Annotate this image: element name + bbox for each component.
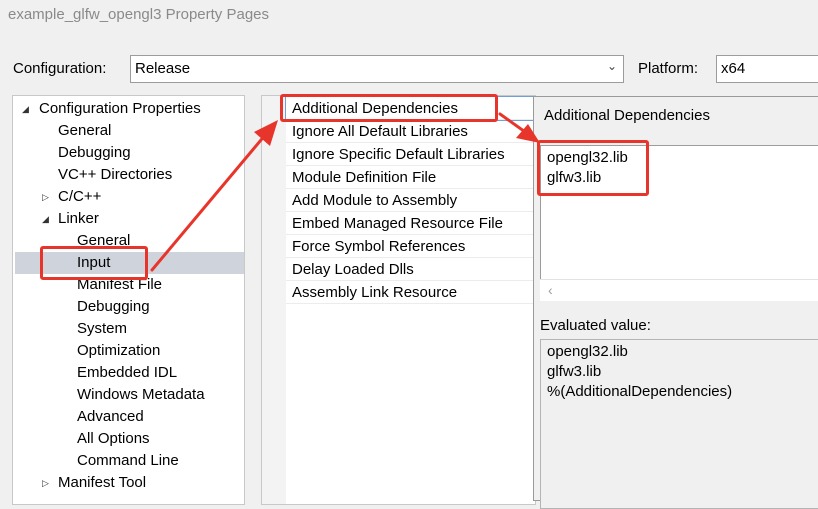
chevron-down-icon: ⌄ — [606, 59, 617, 73]
property-list: Additional Dependencies Ignore All Defau… — [261, 95, 537, 505]
dependencies-textarea[interactable]: opengl32.lib glfw3.lib — [540, 145, 818, 301]
dialog-title: Additional Dependencies — [544, 107, 710, 124]
property-add-module-to-assembly[interactable]: Add Module to Assembly — [286, 189, 536, 212]
configuration-value: Release — [135, 60, 191, 77]
expanded-triangle-icon[interactable]: ◢ — [42, 214, 49, 225]
tree-item-optimization[interactable]: Optimization — [77, 340, 160, 362]
configuration-select[interactable]: Release ⌄ — [130, 55, 624, 83]
tree-item-all-options[interactable]: All Options — [77, 428, 150, 450]
property-additional-dependencies[interactable]: Additional Dependencies — [285, 96, 537, 121]
property-delay-loaded-dlls[interactable]: Delay Loaded Dlls — [286, 258, 536, 281]
platform-value: x64 — [721, 60, 746, 77]
window-title: example_glfw_opengl3 Property Pages — [8, 6, 269, 23]
dependency-line: opengl32.lib — [547, 149, 628, 166]
tree-item-cpp[interactable]: C/C++ — [58, 186, 101, 208]
collapsed-triangle-icon[interactable]: ▷ — [42, 478, 49, 489]
dependency-line: glfw3.lib — [547, 169, 602, 186]
property-assembly-link-resource[interactable]: Assembly Link Resource — [286, 281, 536, 304]
additional-dependencies-dialog: Additional Dependencies opengl32.lib glf… — [533, 96, 818, 509]
platform-label: Platform: — [638, 60, 699, 77]
collapsed-triangle-icon[interactable]: ▷ — [42, 192, 49, 203]
evaluated-value-box: opengl32.lib glfw3.lib %(AdditionalDepen… — [540, 339, 818, 509]
tree-item-debugging[interactable]: Debugging — [58, 142, 131, 164]
tree-item-configuration-properties[interactable]: Configuration Properties — [39, 98, 201, 120]
tree-item-linker-debugging[interactable]: Debugging — [77, 296, 150, 318]
tree-item-manifest-file[interactable]: Manifest File — [77, 274, 162, 296]
tree-item-linker[interactable]: Linker — [58, 208, 99, 230]
evaluated-line: glfw3.lib — [547, 363, 602, 380]
tree-item-general[interactable]: General — [58, 120, 111, 142]
scroll-left-icon[interactable]: ‹ — [548, 282, 553, 298]
tree-item-manifest-tool[interactable]: Manifest Tool — [58, 472, 146, 494]
tree-item-linker-general[interactable]: General — [77, 230, 130, 252]
tree-item-advanced[interactable]: Advanced — [77, 406, 144, 428]
horizontal-scrollbar[interactable]: ‹ — [540, 279, 818, 301]
tree-item-vc-directories[interactable]: VC++ Directories — [58, 164, 172, 186]
property-module-definition-file[interactable]: Module Definition File — [286, 166, 536, 189]
evaluated-value-label: Evaluated value: — [540, 317, 651, 334]
property-list-gutter — [262, 96, 286, 504]
property-embed-managed-resource-file[interactable]: Embed Managed Resource File — [286, 212, 536, 235]
evaluated-line: %(AdditionalDependencies) — [547, 383, 733, 400]
tree-item-linker-input[interactable]: Input — [15, 252, 244, 274]
property-ignore-specific-default-libraries[interactable]: Ignore Specific Default Libraries — [286, 143, 536, 166]
configuration-label: Configuration: — [13, 60, 107, 77]
tree-item-embedded-idl[interactable]: Embedded IDL — [77, 362, 177, 384]
property-ignore-all-default-libraries[interactable]: Ignore All Default Libraries — [286, 120, 536, 143]
tree-item-command-line[interactable]: Command Line — [77, 450, 179, 472]
property-tree: ◢ Configuration Properties General Debug… — [12, 95, 245, 505]
expanded-triangle-icon[interactable]: ◢ — [22, 104, 29, 115]
tree-item-windows-metadata[interactable]: Windows Metadata — [77, 384, 205, 406]
tree-item-system[interactable]: System — [77, 318, 127, 340]
platform-select[interactable]: x64 — [716, 55, 818, 83]
property-force-symbol-references[interactable]: Force Symbol References — [286, 235, 536, 258]
evaluated-line: opengl32.lib — [547, 343, 628, 360]
